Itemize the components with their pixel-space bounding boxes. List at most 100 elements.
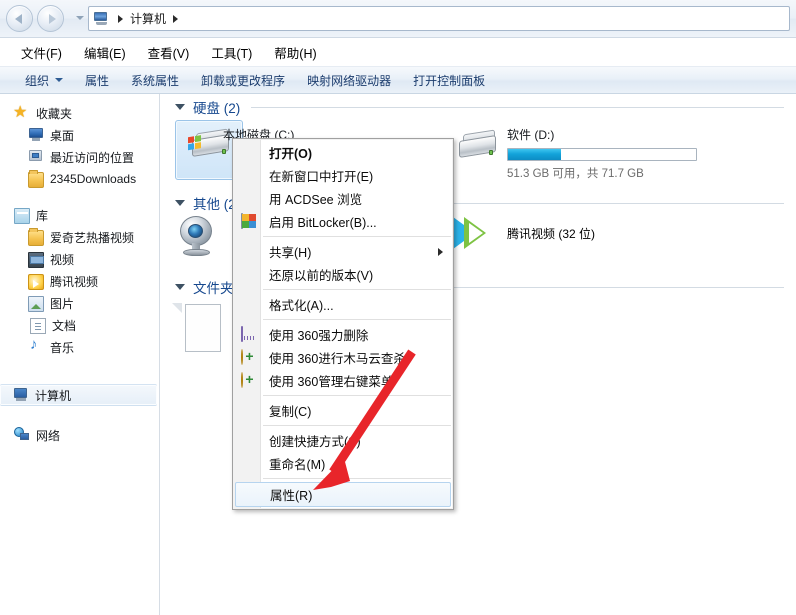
uninstall-change-program-button[interactable]: 卸载或更改程序 bbox=[190, 69, 296, 92]
music-library-icon bbox=[28, 336, 44, 355]
context-menu-item-label: 打开(O) bbox=[269, 147, 313, 161]
context-menu-item-label: 用 ACDSee 浏览 bbox=[269, 193, 363, 207]
context-menu-item-o[interactable]: 打开(O) bbox=[233, 141, 453, 164]
sidebar-label-music: 音乐 bbox=[50, 340, 75, 355]
context-menu-item-acdsee[interactable]: 用 ACDSee 浏览 bbox=[233, 187, 453, 210]
context-menu-item-label: 使用 360强力删除 bbox=[269, 329, 369, 343]
tencent-video-folder-icon bbox=[28, 274, 44, 290]
drive-capacity-bar-d bbox=[507, 148, 697, 161]
forward-button[interactable] bbox=[37, 5, 64, 32]
menu-tools[interactable]: 工具(T) bbox=[200, 40, 263, 65]
sidebar-item-2345downloads[interactable]: 2345Downloads bbox=[0, 168, 159, 190]
back-arrow-icon bbox=[14, 13, 22, 24]
sidebar-label-recent-places: 最近访问的位置 bbox=[50, 150, 135, 165]
context-menu-item-label: 重命名(M) bbox=[269, 458, 326, 472]
collapse-triangle-icon[interactable] bbox=[175, 104, 185, 110]
chevron-right-icon[interactable] bbox=[173, 14, 179, 23]
drive-capacity-text-d: 51.3 GB 可用，共 71.7 GB bbox=[507, 168, 644, 180]
chevron-down-icon bbox=[55, 78, 64, 82]
organize-label: 组织 bbox=[25, 73, 50, 88]
star-icon bbox=[13, 102, 30, 122]
address-bar: 计算机 bbox=[0, 0, 796, 38]
context-menu-item-label: 使用 360管理右键菜单 bbox=[269, 375, 394, 389]
back-button[interactable] bbox=[6, 5, 33, 32]
sidebar-label-tencent-video: 腾讯视频 bbox=[50, 274, 99, 289]
address-input[interactable]: 计算机 bbox=[88, 6, 790, 31]
system-properties-button[interactable]: 系统属性 bbox=[120, 69, 190, 92]
open-control-panel-button[interactable]: 打开控制面板 bbox=[402, 69, 496, 92]
sidebar-item-computer[interactable]: 计算机 bbox=[0, 384, 157, 406]
context-menu-item-360[interactable]: 使用 360进行木马云查杀 bbox=[233, 346, 453, 369]
folder-icon bbox=[28, 170, 44, 188]
context-menu-separator bbox=[233, 475, 453, 482]
menu-file[interactable]: 文件(F) bbox=[10, 40, 73, 65]
context-menu-item-label: 启用 BitLocker(B)... bbox=[269, 216, 377, 230]
menu-help[interactable]: 帮助(H) bbox=[263, 40, 327, 65]
forward-arrow-icon bbox=[48, 13, 56, 24]
context-menu-item-s[interactable]: 创建快捷方式(S) bbox=[233, 429, 453, 452]
sidebar-item-tencent-video[interactable]: 腾讯视频 bbox=[0, 270, 159, 292]
drive-capacity-fill-d bbox=[508, 149, 561, 160]
context-menu-separator bbox=[233, 286, 453, 293]
context-menu-item-m[interactable]: 重命名(M) bbox=[233, 452, 453, 475]
breadcrumb-computer[interactable]: 计算机 bbox=[128, 10, 168, 27]
context-menu-item-v[interactable]: 还原以前的版本(V) bbox=[233, 263, 453, 286]
context-menu-item-360[interactable]: 使用 360强力删除 bbox=[233, 323, 453, 346]
context-menu-item-360[interactable]: 使用 360管理右键菜单 bbox=[233, 369, 453, 392]
context-menu-item-e[interactable]: 在新窗口中打开(E) bbox=[233, 164, 453, 187]
sidebar-label-documents: 文档 bbox=[52, 318, 77, 333]
computer-icon bbox=[13, 387, 29, 403]
folder-icon bbox=[28, 228, 44, 246]
context-menu-item-c[interactable]: 复制(C) bbox=[233, 399, 453, 422]
navigation-buttons bbox=[6, 5, 72, 33]
sidebar-item-recent-places[interactable]: 最近访问的位置 bbox=[0, 146, 159, 168]
menu-edit[interactable]: 编辑(E) bbox=[73, 40, 137, 65]
hard-drive-icon bbox=[453, 126, 499, 166]
context-menu-item-label: 属性(R) bbox=[270, 489, 313, 503]
submenu-arrow-icon bbox=[438, 248, 443, 256]
context-menu-item-bitlockerb[interactable]: 启用 BitLocker(B)... bbox=[233, 210, 453, 233]
sidebar-item-iqiyi-videos[interactable]: 爱奇艺热播视频 bbox=[0, 226, 159, 248]
sidebar-item-desktop[interactable]: 桌面 bbox=[0, 124, 159, 146]
chevron-right-icon bbox=[118, 14, 123, 23]
sidebar-label-pictures: 图片 bbox=[50, 296, 75, 311]
organize-button[interactable]: 组织 bbox=[14, 69, 74, 92]
context-menu-item-label: 创建快捷方式(S) bbox=[269, 435, 361, 449]
sidebar-item-documents[interactable]: 文档 bbox=[0, 314, 159, 336]
360-green-icon bbox=[241, 372, 257, 389]
drive-tile-d[interactable]: 软件 (D:) 51.3 GB 可用，共 71.7 GB bbox=[453, 122, 743, 184]
pictures-library-icon bbox=[28, 296, 44, 312]
sidebar-item-pictures[interactable]: 图片 bbox=[0, 292, 159, 314]
computer-icon bbox=[93, 11, 109, 26]
context-menu-separator bbox=[233, 422, 453, 429]
collapse-triangle-icon[interactable] bbox=[175, 284, 185, 290]
sidebar-group-favorites[interactable]: 收藏夹 bbox=[0, 102, 159, 124]
context-menu-item-label: 共享(H) bbox=[269, 246, 312, 260]
sidebar-item-network[interactable]: 网络 bbox=[0, 424, 159, 446]
sidebar-item-music[interactable]: 音乐 bbox=[0, 336, 159, 358]
context-menu-item-r[interactable]: 属性(R) bbox=[235, 482, 451, 507]
other-tile-tencent-video[interactable]: 腾讯视频 (32 位) bbox=[453, 212, 595, 254]
sidebar-label-2345downloads: 2345Downloads bbox=[50, 172, 137, 186]
menu-view[interactable]: 查看(V) bbox=[137, 40, 201, 65]
library-icon bbox=[14, 208, 30, 224]
recent-locations-dropdown-icon[interactable] bbox=[76, 16, 84, 20]
context-menu-item-a[interactable]: 格式化(A)... bbox=[233, 293, 453, 316]
context-menu-separator bbox=[233, 233, 453, 240]
group-header-hard-disks[interactable]: 硬盘 (2) bbox=[161, 94, 796, 120]
sidebar-group-libraries[interactable]: 库 bbox=[0, 204, 159, 226]
context-menu-item-h[interactable]: 共享(H) bbox=[233, 240, 453, 263]
group-divider bbox=[251, 107, 784, 108]
map-network-drive-button[interactable]: 映射网络驱动器 bbox=[296, 69, 402, 92]
360-green-icon bbox=[241, 349, 257, 366]
collapse-triangle-icon[interactable] bbox=[175, 200, 185, 206]
explorer-window: 计算机 文件(F) 编辑(E) 查看(V) 工具(T) 帮助(H) 组织 属性 … bbox=[0, 0, 796, 615]
context-menu-item-label: 使用 360进行木马云查杀 bbox=[269, 352, 406, 366]
shredder-icon bbox=[241, 326, 257, 343]
sidebar-label-iqiyi-videos: 爱奇艺热播视频 bbox=[50, 230, 135, 245]
sidebar-item-videos[interactable]: 视频 bbox=[0, 248, 159, 270]
drive-name-d: 软件 (D:) bbox=[507, 128, 555, 142]
properties-button[interactable]: 属性 bbox=[74, 69, 120, 92]
